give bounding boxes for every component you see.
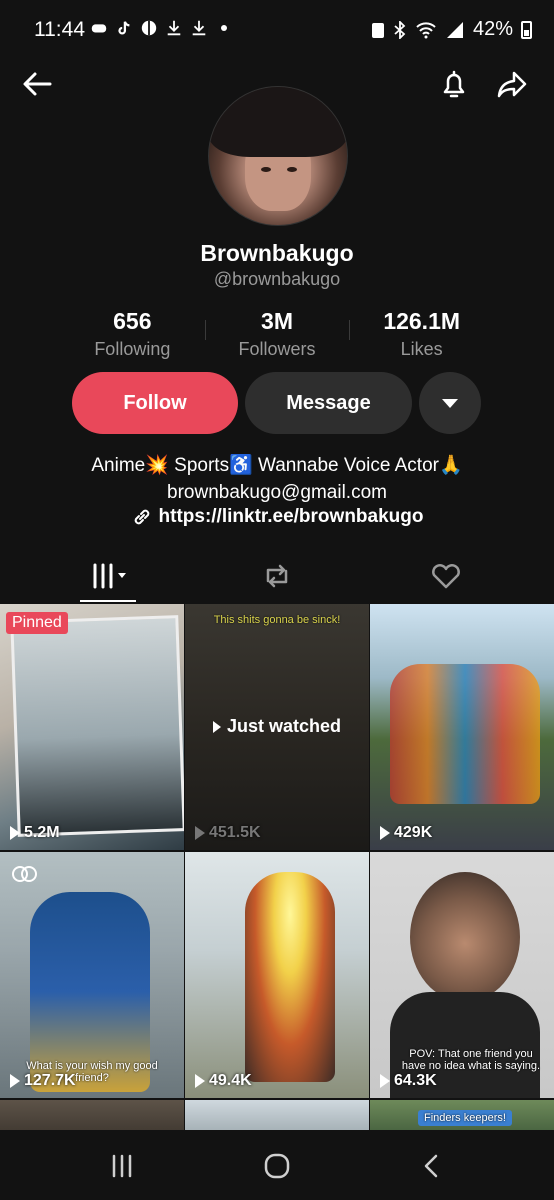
bio-text: Anime💥 Sports♿ Wannabe Voice Actor🙏 <box>91 455 463 476</box>
thumbnail-image <box>390 664 540 804</box>
stat-label: Followers <box>238 339 316 359</box>
stat-likes[interactable]: 126.1M Likes <box>349 308 494 360</box>
back-arrow-icon[interactable] <box>20 66 56 102</box>
stat-label: Likes <box>400 339 443 359</box>
video-thumbnail[interactable]: What is your wish my good friend? 127.7K <box>0 852 184 1098</box>
battery-icon <box>521 20 532 39</box>
video-caption: POV: That one friend you have no idea wh… <box>401 1048 541 1072</box>
view-count: 429K <box>380 824 432 842</box>
profile-avatar[interactable] <box>208 86 348 226</box>
bluetooth-icon <box>394 20 406 39</box>
avatar-hair <box>209 87 347 157</box>
video-thumbnail[interactable]: Pinned 5.2M <box>0 604 184 850</box>
battery-percent: 42% <box>472 18 513 40</box>
tab-reposts[interactable] <box>247 556 307 596</box>
link-icon <box>134 509 149 525</box>
link-text: https://linktr.ee/brownbakugo <box>158 506 424 527</box>
view-count: 127.7K <box>10 1072 76 1090</box>
repost-icon <box>266 564 288 588</box>
download-icon <box>167 20 181 36</box>
just-watched-label: Just watched <box>185 716 369 737</box>
avatar-eye <box>287 167 297 172</box>
recent-apps-icon[interactable] <box>102 1152 142 1180</box>
video-caption: This shits gonna be sinck! <box>213 614 341 626</box>
tab-videos[interactable] <box>80 556 140 602</box>
stat-value: 126.1M <box>383 308 461 334</box>
cell-signal-icon <box>446 21 463 38</box>
video-thumbnail[interactable]: This shits gonna be sinck! Just watched … <box>185 604 369 850</box>
video-thumbnail[interactable]: POV: That one friend you have no idea wh… <box>370 852 554 1098</box>
game-controller-icon <box>91 24 107 33</box>
stat-label: Following <box>94 339 171 359</box>
play-icon <box>195 826 205 840</box>
profile-bio: Anime💥 Sports♿ Wannabe Voice Actor🙏 brow… <box>0 452 554 506</box>
tab-liked[interactable] <box>416 556 476 596</box>
heart-icon <box>432 564 460 589</box>
bio-email: brownbakugo@gmail.com <box>167 482 387 503</box>
view-count: 64.3K <box>380 1072 437 1090</box>
view-count: 451.5K <box>195 824 261 842</box>
profile-handle: @brownbakugo <box>213 269 341 289</box>
wifi-icon <box>416 21 436 38</box>
view-count-text: 5.2M <box>24 824 60 841</box>
more-notifications-dot <box>221 25 227 31</box>
stat-following[interactable]: 656 Following <box>60 308 205 360</box>
thumbnail-image <box>245 872 335 1082</box>
view-count: 5.2M <box>10 824 60 842</box>
just-watched-text: Just watched <box>226 716 342 736</box>
more-options-button[interactable] <box>419 372 481 434</box>
play-icon <box>10 1074 20 1088</box>
video-thumbnail[interactable]: 49.4K <box>185 852 369 1098</box>
profile-stats: 656 Following 3M Followers 126.1M Likes <box>60 308 494 360</box>
play-icon <box>212 720 221 733</box>
stat-followers[interactable]: 3M Followers <box>204 308 350 360</box>
tiktok-icon <box>118 21 130 35</box>
battery-saver-icon <box>371 22 384 38</box>
thumbnail-image <box>10 615 184 837</box>
notification-icons <box>90 19 227 37</box>
video-thumbnail[interactable]: 429K <box>370 604 554 850</box>
thumbnail-image <box>410 872 520 1002</box>
share-icon[interactable] <box>494 66 530 102</box>
content-tabs <box>0 556 554 602</box>
play-icon <box>10 826 20 840</box>
profile-link[interactable]: https://linktr.ee/brownbakugo <box>0 506 554 528</box>
video-grid: Pinned 5.2M This shits gonna be sinck! J… <box>0 604 554 1140</box>
download-icon <box>192 20 206 36</box>
video-caption: Finders keepers! <box>418 1110 512 1126</box>
view-count-text: 49.4K <box>209 1072 252 1089</box>
photo-carousel-icon <box>12 866 37 882</box>
view-count-text: 451.5K <box>209 824 261 841</box>
profile-name: Brownbakugo <box>200 240 354 266</box>
status-time: 11:44 <box>34 18 85 41</box>
view-count-text: 64.3K <box>394 1072 437 1089</box>
app-icon <box>141 20 157 36</box>
system-navigation-bar <box>0 1130 554 1200</box>
view-count-text: 127.7K <box>24 1072 76 1089</box>
view-count-text: 429K <box>394 824 433 841</box>
back-icon[interactable] <box>412 1152 452 1180</box>
home-icon[interactable] <box>257 1152 297 1180</box>
stat-value: 3M <box>261 308 293 334</box>
stat-value: 656 <box>113 308 152 334</box>
videos-grid-icon <box>93 563 126 589</box>
system-icons: 42% <box>371 18 532 41</box>
caret-down-icon <box>442 398 458 408</box>
bell-icon[interactable] <box>436 66 472 102</box>
view-count: 49.4K <box>195 1072 252 1090</box>
status-bar: 11:44 42% <box>0 0 554 60</box>
pinned-badge: Pinned <box>6 612 68 634</box>
message-button[interactable]: Message <box>245 372 412 434</box>
follow-button[interactable]: Follow <box>72 372 238 434</box>
avatar-eye <box>261 167 271 172</box>
play-icon <box>380 1074 390 1088</box>
play-icon <box>380 826 390 840</box>
play-icon <box>195 1074 205 1088</box>
